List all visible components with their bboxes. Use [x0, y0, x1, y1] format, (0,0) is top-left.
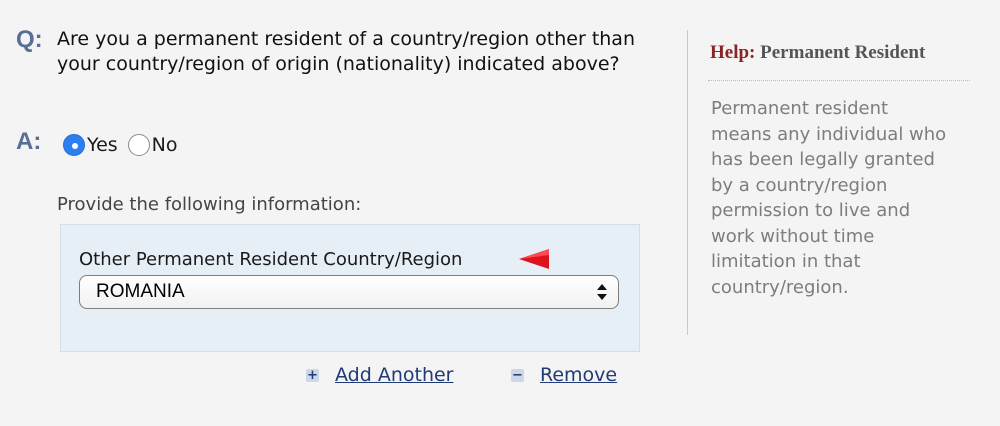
- country-field-label: Other Permanent Resident Country/Region: [79, 249, 463, 270]
- select-arrows-icon: [597, 284, 607, 300]
- help-title-text: Permanent Resident: [760, 42, 926, 63]
- resident-country-panel: Other Permanent Resident Country/Region …: [60, 224, 640, 352]
- answer-radio-group: Yes No: [63, 134, 178, 156]
- help-divider: [687, 30, 688, 335]
- help-rule: [708, 80, 970, 81]
- required-flag-icon: [519, 249, 549, 269]
- add-another-action[interactable]: + Add Another: [306, 364, 453, 386]
- radio-yes-checked-icon[interactable]: [63, 134, 85, 156]
- instruction-text: Provide the following information:: [57, 194, 362, 215]
- country-select[interactable]: ROMANIA: [79, 275, 619, 309]
- country-select-value: ROMANIA: [96, 281, 185, 302]
- radio-option-yes[interactable]: Yes: [63, 134, 118, 156]
- radio-no-label[interactable]: No: [152, 134, 178, 156]
- radio-yes-label[interactable]: Yes: [87, 134, 118, 156]
- add-another-link[interactable]: Add Another: [335, 364, 453, 386]
- radio-option-no[interactable]: No: [127, 134, 178, 156]
- plus-icon[interactable]: +: [306, 368, 319, 382]
- remove-action[interactable]: − Remove: [511, 364, 617, 386]
- question-text: Are you a permanent resident of a countr…: [57, 28, 635, 75]
- help-title-prefix: Help:: [710, 42, 756, 63]
- help-body: Permanent resident means any individual …: [711, 98, 947, 298]
- question-prefix: Q:: [16, 26, 43, 53]
- minus-icon[interactable]: −: [511, 368, 524, 382]
- help-title: Help: Permanent Resident: [710, 42, 925, 64]
- answer-prefix: A:: [16, 128, 42, 155]
- remove-link[interactable]: Remove: [540, 364, 617, 386]
- radio-no-unchecked-icon[interactable]: [127, 134, 150, 156]
